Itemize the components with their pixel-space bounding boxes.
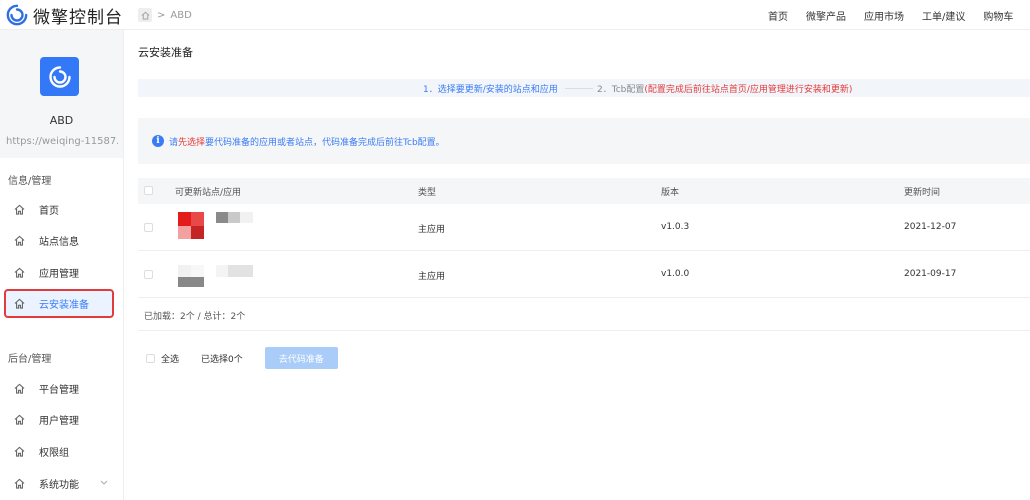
group-title-admin: 后台/管理 <box>8 354 52 365</box>
chevron-down-icon <box>100 478 108 489</box>
site-logo-icon <box>48 65 71 88</box>
step-1: 1．选择要更新/安装的站点和应用 <box>423 84 558 95</box>
steps-bar: 1．选择要更新/安装的站点和应用 2．Tcb配置(配置完成后前往站点首页/应用管… <box>138 79 1030 97</box>
breadcrumb: > ABD <box>138 8 192 22</box>
brand-logo-icon <box>6 4 28 26</box>
sidebar-item-label: 用户管理 <box>39 416 79 427</box>
sidebar-item-app-manage[interactable]: 应用管理 <box>4 258 114 287</box>
row-updated: 2021-12-07 <box>904 222 957 232</box>
top-nav: 首页 微擎产品 应用市场 工单/建议 购物车 消息 <box>750 0 1030 30</box>
page-title: 云安装准备 <box>138 46 193 59</box>
group-title-info: 信息/管理 <box>8 176 52 187</box>
home-icon <box>14 383 26 395</box>
sidebar-item-label: 站点信息 <box>39 237 79 248</box>
col-header-version: 版本 <box>661 188 680 198</box>
topnav-tickets[interactable]: 工单/建议 <box>922 8 965 23</box>
topnav-app-market[interactable]: 应用市场 <box>864 8 904 23</box>
sidebar-item-label: 云安装准备 <box>39 300 89 311</box>
row-checkbox[interactable] <box>144 223 153 232</box>
header-checkbox[interactable] <box>144 186 153 195</box>
table-row[interactable]: 主应用 v1.0.0 2021-09-17 <box>138 251 1030 298</box>
step-2: 2．Tcb配置(配置完成后前往站点首页/应用管理进行安装和更新) <box>597 82 852 95</box>
selected-count: 已选择0个 <box>201 354 243 365</box>
breadcrumb-separator: > <box>157 9 166 21</box>
table-row[interactable]: 主应用 v1.0.3 2021-12-07 <box>138 204 1030 251</box>
row-type: 主应用 <box>418 272 446 282</box>
load-count: 已加载：2个 / 总计：2个 <box>144 312 246 322</box>
topnav-products[interactable]: 微擎产品 <box>806 8 846 23</box>
site-url[interactable]: https://weiqing-11587... <box>6 136 118 147</box>
topnav-cart[interactable]: 购物车 <box>983 8 1013 23</box>
home-icon <box>14 414 26 426</box>
select-all-checkbox[interactable] <box>146 353 155 363</box>
notice-text: 请先选择要代码准备的应用或者站点，代码准备完成后前往Tcb配置。 <box>169 135 445 148</box>
step-divider <box>565 88 593 89</box>
col-header-updated: 更新时间 <box>904 188 941 198</box>
notice-box: i 请先选择要代码准备的应用或者站点，代码准备完成后前往Tcb配置。 <box>138 118 1030 164</box>
sidebar-item-label: 首页 <box>39 206 59 217</box>
sidebar-item-users[interactable]: 用户管理 <box>4 405 114 434</box>
sidebar-item-site-info[interactable]: 站点信息 <box>4 226 114 255</box>
top-bar: 微擎控制台 > ABD 首页 微擎产品 应用市场 工单/建议 购物车 消息 <box>0 0 1030 30</box>
row-updated: 2021-09-17 <box>904 269 957 279</box>
home-icon[interactable] <box>138 8 152 22</box>
info-icon: i <box>152 135 164 147</box>
home-icon <box>14 267 26 279</box>
sidebar-item-label: 系统功能 <box>39 480 79 491</box>
breadcrumb-current[interactable]: ABD <box>170 10 191 21</box>
sidebar-item-label: 应用管理 <box>39 269 79 280</box>
row-checkbox[interactable] <box>144 270 153 279</box>
sidebar: ABD https://weiqing-11587... 信息/管理 首页 站点… <box>0 30 124 500</box>
prepare-code-button[interactable]: 去代码准备 <box>264 347 338 369</box>
site-logo <box>40 57 79 96</box>
sidebar-item-home[interactable]: 首页 <box>4 195 114 224</box>
step-2-note: (配置完成后前往站点首页/应用管理进行安装和更新) <box>644 84 853 95</box>
notice-pre: 请 <box>169 138 179 148</box>
sidebar-item-system[interactable]: 系统功能 <box>4 469 114 498</box>
sidebar-item-label: 权限组 <box>39 448 69 459</box>
row-type: 主应用 <box>418 225 446 235</box>
home-icon <box>14 235 26 247</box>
brand-name: 微擎控制台 <box>33 7 123 28</box>
home-icon <box>14 298 26 310</box>
sidebar-item-cloud-install[interactable]: 云安装准备 <box>4 289 114 318</box>
sidebar-item-platform[interactable]: 平台管理 <box>4 374 114 403</box>
divider <box>138 330 1030 331</box>
home-icon <box>14 446 26 458</box>
topnav-home[interactable]: 首页 <box>768 8 788 23</box>
col-header-type: 类型 <box>418 188 437 198</box>
row-version: v1.0.3 <box>661 222 690 232</box>
site-card: ABD https://weiqing-11587... <box>0 30 123 158</box>
bulk-actions: 全选 已选择0个 去代码准备 <box>138 347 338 369</box>
table-header: 可更新站点/应用 类型 版本 更新时间 <box>138 178 1030 204</box>
col-header-site: 可更新站点/应用 <box>175 188 242 198</box>
notice-rest: 要代码准备的应用或者站点，代码准备完成后前往Tcb配置。 <box>205 138 445 148</box>
site-name: ABD <box>49 114 74 127</box>
home-icon <box>14 478 26 490</box>
sidebar-item-permissions[interactable]: 权限组 <box>4 437 114 466</box>
select-all-label[interactable]: 全选 <box>161 352 179 365</box>
row-version: v1.0.0 <box>661 269 690 279</box>
brand[interactable]: 微擎控制台 <box>6 2 123 28</box>
home-icon <box>14 204 26 216</box>
notice-highlight: 先选择 <box>178 138 206 148</box>
sidebar-item-label: 平台管理 <box>39 385 79 396</box>
step-2-label: 2．Tcb配置 <box>597 84 645 95</box>
